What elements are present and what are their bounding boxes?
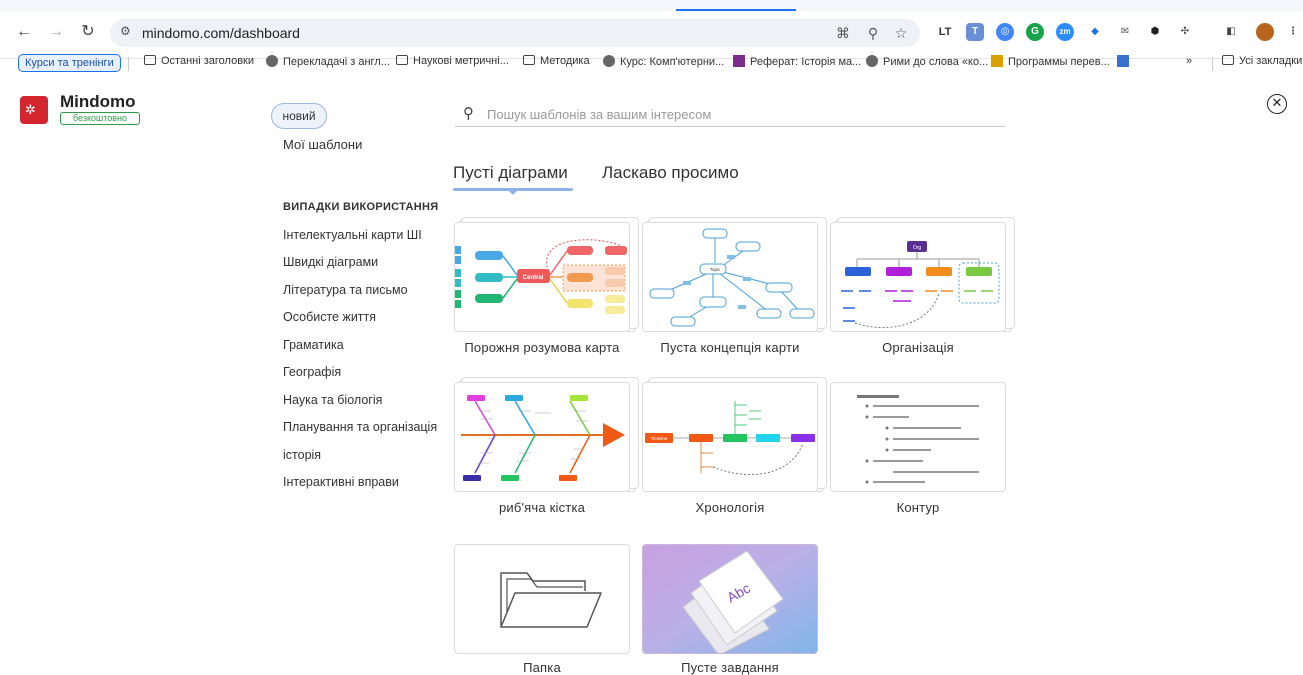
bookmark-folder[interactable]: Останні заголовки <box>144 55 254 67</box>
tab-blank-diagrams[interactable]: Пусті діаграми <box>453 163 568 183</box>
logo-icon: ✲ <box>25 102 36 117</box>
plan-badge: безкоштовно <box>60 112 140 125</box>
folder-icon <box>523 55 535 65</box>
new-button[interactable]: новий <box>271 103 327 129</box>
forward-icon[interactable]: → <box>46 22 66 42</box>
globe-icon <box>266 55 278 67</box>
mindomo-logo[interactable]: ✲ <box>20 96 48 124</box>
category-quick-diagrams[interactable]: Швидкі діаграми <box>283 255 378 269</box>
card-mind-map[interactable]: Central <box>454 217 639 332</box>
timeline-thumbnail: Timeline <box>645 401 815 475</box>
bookmark-separator <box>1212 57 1213 71</box>
concept-map-thumbnail: Topic <box>649 228 815 327</box>
card-label-outline[interactable]: Контур <box>818 500 1018 515</box>
extension-hex-icon[interactable]: ⬢ <box>1146 23 1164 41</box>
categories-heading: ВИПАДКИ ВИКОРИСТАННЯ <box>283 201 439 213</box>
active-tab-indicator <box>676 9 796 11</box>
bookmark-folder[interactable]: Наукові метричні... <box>396 55 509 67</box>
site-info-icon[interactable]: ⚙ <box>120 24 131 38</box>
template-search[interactable]: ⚲ Пошук шаблонів за вашим інтересом <box>455 103 1005 127</box>
bookmark-courses[interactable]: Курси та тренінги <box>18 54 121 72</box>
bookmarks-overflow[interactable]: » <box>1186 55 1192 67</box>
category-ai-maps[interactable]: Інтелектуальні карти ШІ <box>283 228 422 242</box>
thumb-topic-text: Topic <box>710 267 721 272</box>
bookmark-rhymes[interactable]: Рими до слова «ко... <box>866 55 988 68</box>
org-chart-thumbnail: Org <box>841 241 1000 329</box>
extension-mail-icon[interactable]: ✉ <box>1116 23 1134 41</box>
card-concept-map[interactable]: Topic <box>642 217 827 332</box>
bookmark-translators[interactable]: Перекладачі з англ... <box>266 55 390 68</box>
bookmark-separator <box>128 57 129 71</box>
category-personal-life[interactable]: Особисте життя <box>283 310 376 324</box>
outline-thumbnail <box>857 395 979 484</box>
category-grammar[interactable]: Граматика <box>283 338 344 352</box>
my-templates-link[interactable]: Мої шаблони <box>283 137 362 152</box>
bookmark-course[interactable]: Курс: Комп'ютерни... <box>603 55 724 68</box>
thumb-timeline-text: Timeline <box>651 436 668 441</box>
close-icon[interactable]: ✕ <box>1267 94 1287 114</box>
bookmarks-bar: Курси та тренінги Останні заголовки Пере… <box>0 52 1303 76</box>
tab-strip <box>0 0 1303 11</box>
category-science[interactable]: Наука та біологія <box>283 393 382 407</box>
category-history[interactable]: історія <box>283 448 321 462</box>
tab-welcome[interactable]: Ласкаво просимо <box>602 163 739 183</box>
extension-diamond-icon[interactable]: ◆ <box>1086 23 1104 41</box>
browser-toolbar: ← → ↻ ⚙ mindomo.com/dashboard ⌘ ⚲ ☆ LT T… <box>0 0 1303 72</box>
fishbone-thumbnail <box>461 395 625 481</box>
category-interactive[interactable]: Інтерактивні вправи <box>283 475 399 489</box>
mind-map-thumbnail: Central <box>455 239 627 314</box>
search-icon: ⚲ <box>463 105 474 122</box>
bookmark-blank[interactable] <box>1117 55 1134 68</box>
extension-grammarly-icon[interactable]: G <box>1026 23 1044 41</box>
back-icon[interactable]: ← <box>14 22 34 42</box>
card-label-timeline[interactable]: Хронологія <box>630 500 830 515</box>
star-icon[interactable]: ☆ <box>892 24 910 42</box>
profile-avatar[interactable] <box>1256 23 1274 41</box>
site-favicon <box>733 55 745 67</box>
thumb-org-text: Org <box>913 245 922 251</box>
extension-translate-icon[interactable]: T <box>966 23 984 41</box>
translate-icon[interactable]: ⌘ <box>834 24 852 42</box>
bookmark-essay[interactable]: Реферат: Історія ма... <box>733 55 861 68</box>
extensions-puzzle-icon[interactable]: ✣ <box>1176 23 1194 41</box>
blank-task-thumbnail: Abc <box>643 545 817 653</box>
side-panel-icon[interactable]: ◧ <box>1222 23 1240 41</box>
extension-zoom-icon[interactable]: zm <box>1056 23 1074 41</box>
all-bookmarks[interactable]: Усі закладки <box>1222 55 1302 67</box>
card-label-concept-map[interactable]: Пуста концепція карти <box>630 340 830 355</box>
folder-icon <box>1222 55 1234 65</box>
category-literature[interactable]: Література та письмо <box>283 283 408 297</box>
folder-icon <box>396 55 408 65</box>
globe-icon <box>603 55 615 67</box>
active-tab-caret <box>508 190 518 195</box>
url-text[interactable]: mindomo.com/dashboard <box>142 25 300 41</box>
address-bar[interactable]: ⚙ mindomo.com/dashboard ⌘ ⚲ ☆ <box>110 19 920 47</box>
folder-icon <box>144 55 156 65</box>
site-favicon <box>991 55 1003 67</box>
site-favicon <box>1117 55 1129 67</box>
search-input[interactable]: Пошук шаблонів за вашим інтересом <box>487 107 711 122</box>
card-folder[interactable] <box>454 544 630 654</box>
thumb-central-text: Central <box>523 275 544 281</box>
bookmark-folder[interactable]: Методика <box>523 55 590 67</box>
card-label-fishbone[interactable]: риб'яча кістка <box>442 500 642 515</box>
reload-icon[interactable]: ↻ <box>78 22 98 42</box>
category-geography[interactable]: Географія <box>283 365 341 379</box>
card-label-organization[interactable]: Організація <box>818 340 1018 355</box>
card-blank-task[interactable]: Abc <box>642 544 818 654</box>
extension-lt-icon[interactable]: LT <box>936 23 954 41</box>
menu-kebab-icon[interactable]: ⋮ <box>1284 23 1302 41</box>
category-planning[interactable]: Планування та організація <box>283 420 437 434</box>
card-label-mind-map[interactable]: Порожня розумова карта <box>442 340 642 355</box>
card-organization[interactable]: Org <box>830 217 1015 332</box>
folder-icon <box>500 572 602 628</box>
brand-name: Mindomo <box>60 92 136 111</box>
card-fishbone[interactable] <box>454 377 639 492</box>
zoom-icon[interactable]: ⚲ <box>864 24 882 42</box>
card-timeline[interactable]: Timeline <box>642 377 827 492</box>
extension-circle-icon[interactable]: ◎ <box>996 23 1014 41</box>
card-outline[interactable] <box>830 382 1006 492</box>
bookmark-programs[interactable]: Программы перев... <box>991 55 1110 68</box>
globe-icon <box>866 55 878 67</box>
